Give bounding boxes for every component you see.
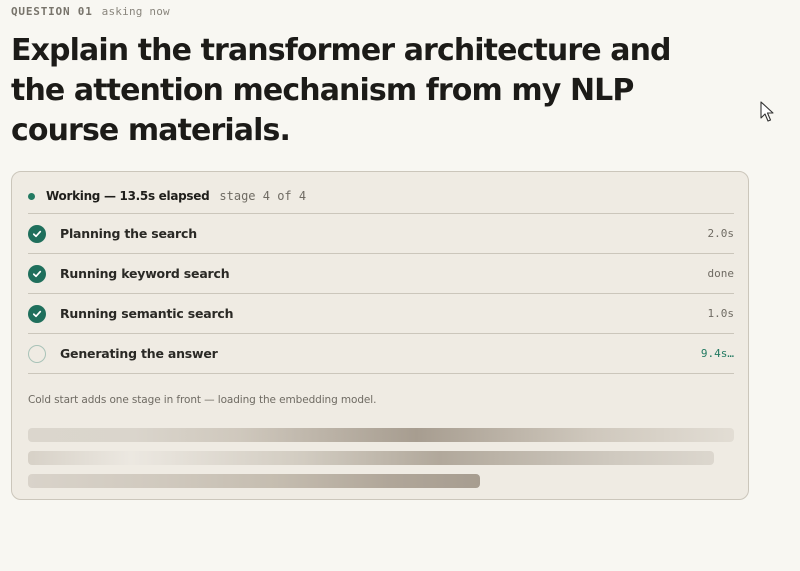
live-status-dot — [28, 192, 35, 200]
stage-row-keyword-search: Running keyword search done — [28, 254, 734, 294]
stage-label: Running semantic search — [60, 306, 234, 321]
stage-label: Generating the answer — [60, 346, 218, 361]
stage-row-planning: Planning the search 2.0s — [28, 214, 734, 254]
question-status: asking now — [101, 5, 170, 18]
stage-counter: stage 4 of 4 — [219, 189, 307, 203]
stage-list: Planning the search 2.0s Running keyword… — [28, 213, 734, 374]
empty-circle-icon — [28, 344, 46, 363]
check-circle-icon — [28, 264, 46, 283]
stage-time: 2.0s — [707, 227, 735, 240]
progress-header: Working — 13.5s elapsed stage 4 of 4 — [28, 186, 306, 206]
stage-time: done — [707, 267, 735, 280]
stage-time: 1.0s — [707, 307, 735, 320]
elapsed-status: Working — 13.5s elapsed — [46, 189, 210, 203]
answer-skeleton-line — [28, 451, 714, 465]
question-meta: QUESTION 01 asking now — [11, 5, 170, 18]
answer-skeleton-line — [28, 474, 480, 488]
cold-start-note: Cold start adds one stage in front — loa… — [28, 394, 377, 406]
stage-row-generating: Generating the answer 9.4s… — [28, 334, 734, 374]
mouse-pointer-icon — [760, 101, 774, 122]
stage-row-semantic-search: Running semantic search 1.0s — [28, 294, 734, 334]
progress-card: Working — 13.5s elapsed stage 4 of 4 Pla… — [11, 171, 749, 500]
question-title: Explain the transformer architecture and… — [11, 33, 672, 148]
answer-skeleton-line — [28, 428, 734, 442]
stage-time: 9.4s… — [700, 347, 734, 360]
question-number: QUESTION 01 — [11, 5, 93, 18]
check-circle-icon — [28, 304, 46, 323]
stage-label: Running keyword search — [60, 266, 230, 281]
check-circle-icon — [28, 224, 46, 243]
stage-label: Planning the search — [60, 226, 197, 241]
